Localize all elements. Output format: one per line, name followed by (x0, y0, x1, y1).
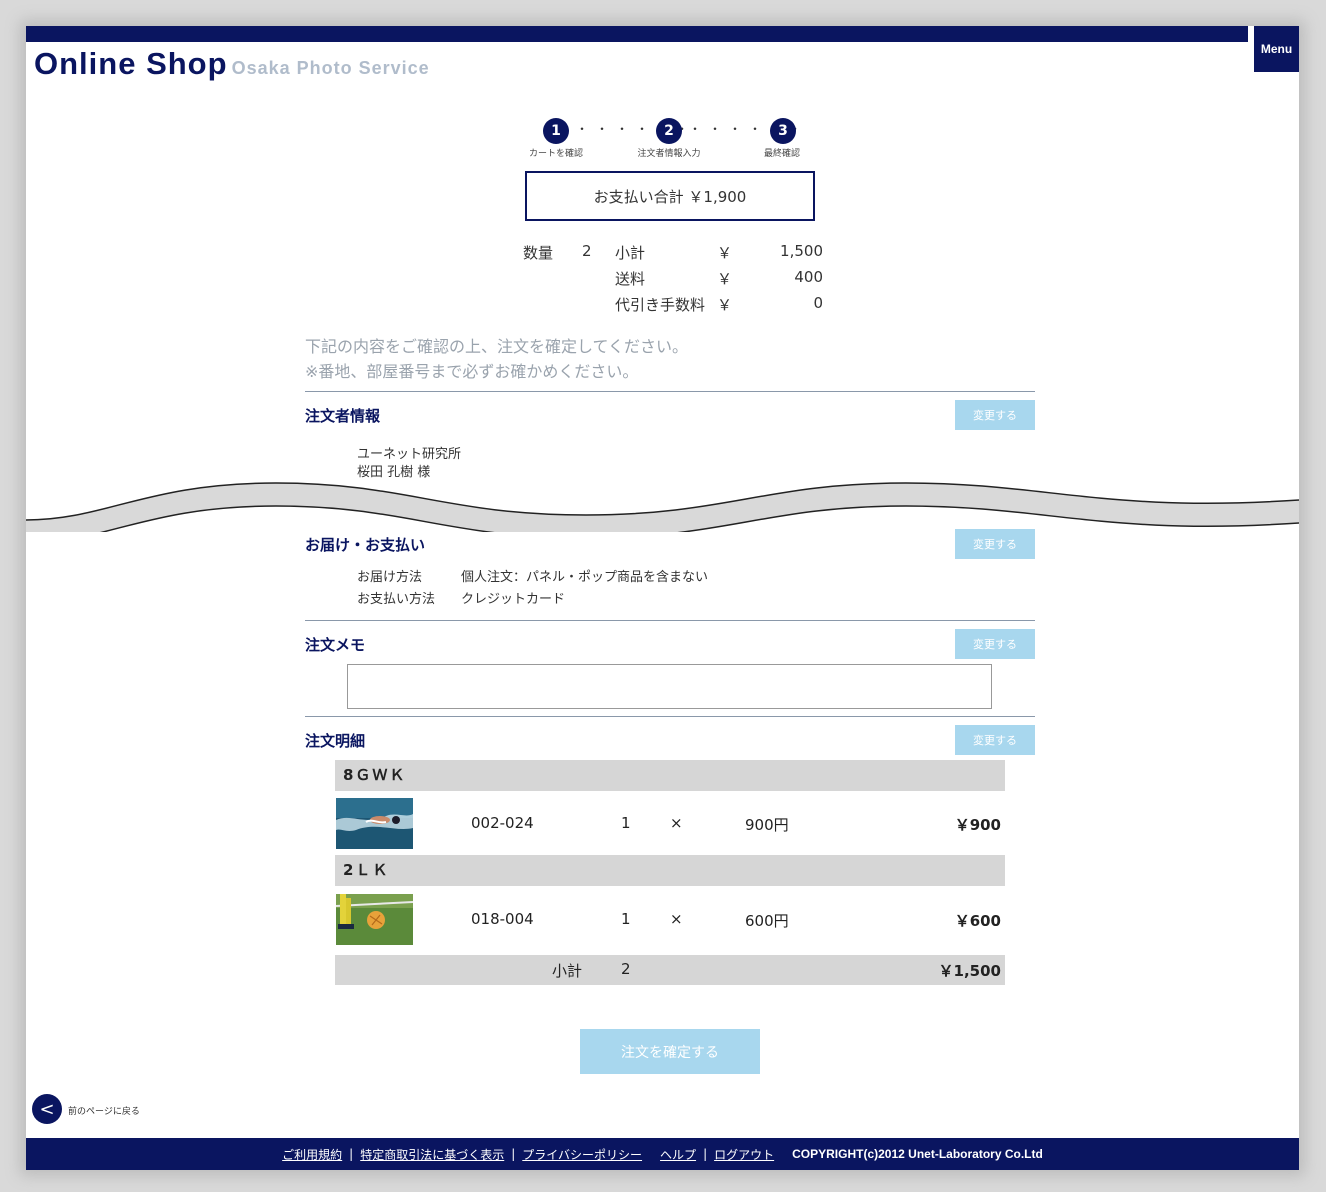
divider (305, 391, 1035, 392)
footer-separator: | (703, 1147, 708, 1161)
notice-line-2: ※番地、部屋番号まで必ずお確かめください。 (305, 362, 639, 381)
qty-value: 2 (582, 242, 592, 260)
item-code: 002-024 (471, 814, 534, 832)
delivery-section-title: お届け・お支払い (305, 536, 426, 554)
summary-table: 数量 2 小計 ￥ 1,500 送料 ￥ 400 代引き手数料 ￥ 0 (523, 242, 823, 320)
subtotal-label: 小計 (615, 244, 646, 262)
details-subtotal-row: 小計 2 ￥1,500 (335, 955, 1005, 985)
subtotal-value: 1,500 (780, 242, 823, 260)
item-times: × (670, 910, 683, 928)
payment-method-value: クレジットカード (461, 592, 566, 607)
page-break-wave (26, 482, 1299, 532)
memo-textarea[interactable] (347, 664, 992, 709)
delivery-method-value: 個人注文：パネル・ポップ商品を含まない (461, 570, 709, 585)
page-frame: Menu Online Shop Osaka Photo Service 1 ・・… (26, 26, 1299, 1170)
table-row: 018-004 1 × 600円 ￥600 (335, 892, 1005, 948)
item-price: 600円 (745, 912, 789, 930)
item-qty: 1 (621, 814, 631, 832)
site-logo[interactable]: Online Shop Osaka Photo Service (34, 46, 430, 82)
shipping-label: 送料 (615, 270, 646, 288)
step-3-circle: 3 (770, 118, 796, 144)
swimmer-photo (336, 798, 413, 849)
back-label[interactable]: 前のページに戻る (68, 1104, 140, 1117)
step-1-label: カートを確認 (528, 149, 583, 159)
back-button[interactable]: < (32, 1094, 62, 1124)
item-times: × (670, 814, 683, 832)
notice-line-1: 下記の内容をご確認の上、注文を確定してください。 (305, 337, 689, 356)
footer-separator: | (511, 1147, 516, 1161)
table-row: 002-024 1 × 900円 ￥900 (335, 796, 1005, 852)
step-3-label: 最終確認 (763, 149, 800, 159)
memo-section-title: 注文メモ (305, 636, 366, 654)
soccer-photo (336, 894, 413, 945)
footer-link-help[interactable]: ヘルプ (660, 1146, 696, 1163)
payment-total-box: お支払い合計 ￥1,900 (525, 171, 815, 221)
summary-row: 送料 ￥ 400 (523, 268, 823, 294)
confirmation-notice: 下記の内容をご確認の上、注文を確定してください。 ※番地、部屋番号まで必ずお確か… (305, 334, 688, 384)
checkout-steps: 1 ・・・・・・ 2 ・・・・・・ 3 カートを確認 注文者情報入力 最終確認 (526, 118, 806, 160)
orderer-company: ユーネット研究所 (357, 447, 462, 462)
item-group-header: 8ＧＷＫ (335, 760, 1005, 791)
qty-label: 数量 (523, 244, 554, 262)
footer-link-privacy[interactable]: プライバシーポリシー (522, 1146, 642, 1163)
chevron-left-icon: < (39, 1098, 55, 1120)
step-2-circle: 2 (656, 118, 682, 144)
payment-method-label: お支払い方法 (357, 592, 436, 607)
footer-link-commerce-law[interactable]: 特定商取引法に基づく表示 (360, 1146, 504, 1163)
footer: ご利用規約 | 特定商取引法に基づく表示 | プライバシーポリシー ヘルプ | … (26, 1138, 1299, 1170)
cod-fee-value: 0 (813, 294, 823, 312)
item-code: 018-004 (471, 910, 534, 928)
item-price: 900円 (745, 816, 789, 834)
cod-fee-label: 代引き手数料 (615, 296, 706, 314)
yen-sign: ￥ (717, 270, 733, 288)
orderer-change-button[interactable]: 変更する (955, 400, 1035, 430)
delivery-method-label: お届け方法 (357, 570, 423, 585)
summary-row: 代引き手数料 ￥ 0 (523, 294, 823, 320)
memo-change-button[interactable]: 変更する (955, 629, 1035, 659)
details-section-title: 注文明細 (305, 732, 366, 750)
menu-button[interactable]: Menu (1254, 26, 1299, 72)
yen-sign: ￥ (717, 244, 733, 262)
details-subtotal-amount: ￥1,500 (938, 962, 1001, 980)
summary-row: 数量 2 小計 ￥ 1,500 (523, 242, 823, 268)
logo-title: Online Shop (34, 46, 228, 81)
item-amount: ￥600 (954, 912, 1001, 930)
details-change-button[interactable]: 変更する (955, 725, 1035, 755)
footer-link-logout[interactable]: ログアウト (714, 1146, 774, 1163)
delivery-change-button[interactable]: 変更する (955, 529, 1035, 559)
step-2-label: 注文者情報入力 (637, 149, 701, 159)
item-group-header: 2ＬＫ (335, 855, 1005, 886)
footer-link-terms[interactable]: ご利用規約 (282, 1146, 342, 1163)
divider (305, 716, 1035, 717)
step-1-circle: 1 (543, 118, 569, 144)
yen-sign: ￥ (717, 296, 733, 314)
footer-separator: | (349, 1147, 354, 1161)
item-amount: ￥900 (954, 816, 1001, 834)
logo-subtitle: Osaka Photo Service (231, 58, 430, 78)
details-subtotal-qty: 2 (621, 960, 631, 978)
details-subtotal-label: 小計 (552, 962, 583, 980)
footer-copyright: COPYRIGHT(c)2012 Unet-Laboratory Co.Ltd (792, 1147, 1043, 1161)
shipping-value: 400 (794, 268, 823, 286)
top-bar (26, 26, 1248, 42)
orderer-section-title: 注文者情報 (305, 407, 381, 425)
item-qty: 1 (621, 910, 631, 928)
orderer-name: 桜田 孔樹 様 (357, 465, 431, 480)
confirm-order-button[interactable]: 注文を確定する (580, 1029, 760, 1074)
divider (305, 620, 1035, 621)
